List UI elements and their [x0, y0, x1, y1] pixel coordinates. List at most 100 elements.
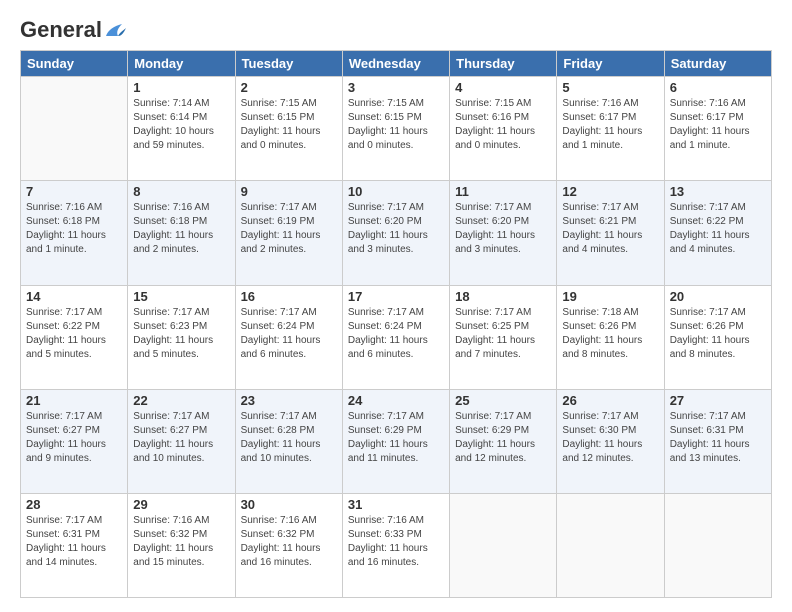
- day-number: 4: [455, 80, 551, 95]
- column-header-wednesday: Wednesday: [342, 51, 449, 77]
- day-number: 9: [241, 184, 337, 199]
- calendar-cell: 13 Sunrise: 7:17 AM Sunset: 6:22 PM Dayli…: [664, 181, 771, 285]
- column-header-tuesday: Tuesday: [235, 51, 342, 77]
- calendar-cell: 24Sunrise: 7:17 AM Sunset: 6:29 PM Dayli…: [342, 389, 449, 493]
- calendar-cell: 4Sunrise: 7:15 AM Sunset: 6:16 PM Daylig…: [450, 77, 557, 181]
- day-number: 6: [670, 80, 766, 95]
- day-info: Sunrise: 7:17 AM Sunset: 6:24 PM Dayligh…: [241, 306, 337, 362]
- day-number: 17: [348, 289, 444, 304]
- day-number: 14: [26, 289, 122, 304]
- calendar-week-row: 14 Sunrise: 7:17 AM Sunset: 6:22 PM Dayli…: [21, 285, 772, 389]
- day-info: Sunrise: 7:18 AM Sunset: 6:26 PM Dayligh…: [562, 306, 658, 362]
- calendar-cell: 3 Sunrise: 7:15 AM Sunset: 6:15 PM Daylig…: [342, 77, 449, 181]
- calendar-cell: 15Sunrise: 7:17 AM Sunset: 6:23 PM Dayli…: [128, 285, 235, 389]
- calendar-cell: 18 Sunrise: 7:17 AM Sunset: 6:25 PM Dayli…: [450, 285, 557, 389]
- day-number: 11: [455, 184, 551, 199]
- logo-text: General: [20, 18, 126, 42]
- day-number: 31: [348, 497, 444, 512]
- calendar-cell: 11 Sunrise: 7:17 AM Sunset: 6:20 PM Dayli…: [450, 181, 557, 285]
- calendar-cell: 21 Sunrise: 7:17 AM Sunset: 6:27 PM Dayli…: [21, 389, 128, 493]
- calendar-cell: 1 Sunrise: 7:14 AM Sunset: 6:14 PM Daylig…: [128, 77, 235, 181]
- day-info: Sunrise: 7:17 AM Sunset: 6:24 PM Dayligh…: [348, 306, 444, 362]
- day-info: Sunrise: 7:14 AM Sunset: 6:14 PM Dayligh…: [133, 97, 229, 153]
- calendar-cell: 5Sunrise: 7:16 AM Sunset: 6:17 PM Daylig…: [557, 77, 664, 181]
- day-info: Sunrise: 7:16 AM Sunset: 6:17 PM Dayligh…: [562, 97, 658, 153]
- calendar-cell: 30 Sunrise: 7:16 AM Sunset: 6:32 PM Dayli…: [235, 493, 342, 597]
- day-info: Sunrise: 7:17 AM Sunset: 6:21 PM Dayligh…: [562, 201, 658, 257]
- calendar-week-row: 7 Sunrise: 7:16 AM Sunset: 6:18 PM Daylig…: [21, 181, 772, 285]
- column-header-saturday: Saturday: [664, 51, 771, 77]
- day-info: Sunrise: 7:16 AM Sunset: 6:18 PM Dayligh…: [26, 201, 122, 257]
- calendar-cell: [21, 77, 128, 181]
- day-number: 3: [348, 80, 444, 95]
- day-info: Sunrise: 7:17 AM Sunset: 6:25 PM Dayligh…: [455, 306, 551, 362]
- day-info: Sunrise: 7:16 AM Sunset: 6:33 PM Dayligh…: [348, 514, 444, 570]
- day-number: 19: [562, 289, 658, 304]
- day-info: Sunrise: 7:16 AM Sunset: 6:32 PM Dayligh…: [133, 514, 229, 570]
- day-info: Sunrise: 7:17 AM Sunset: 6:30 PM Dayligh…: [562, 410, 658, 466]
- day-info: Sunrise: 7:16 AM Sunset: 6:18 PM Dayligh…: [133, 201, 229, 257]
- day-info: Sunrise: 7:17 AM Sunset: 6:31 PM Dayligh…: [670, 410, 766, 466]
- day-info: Sunrise: 7:17 AM Sunset: 6:20 PM Dayligh…: [455, 201, 551, 257]
- calendar-cell: 6 Sunrise: 7:16 AM Sunset: 6:17 PM Daylig…: [664, 77, 771, 181]
- calendar-week-row: 28Sunrise: 7:17 AM Sunset: 6:31 PM Dayli…: [21, 493, 772, 597]
- calendar-cell: 20 Sunrise: 7:17 AM Sunset: 6:26 PM Dayli…: [664, 285, 771, 389]
- day-number: 29: [133, 497, 229, 512]
- day-number: 21: [26, 393, 122, 408]
- day-number: 18: [455, 289, 551, 304]
- day-number: 28: [26, 497, 122, 512]
- calendar-cell: 12 Sunrise: 7:17 AM Sunset: 6:21 PM Dayli…: [557, 181, 664, 285]
- day-number: 16: [241, 289, 337, 304]
- day-info: Sunrise: 7:17 AM Sunset: 6:22 PM Dayligh…: [26, 306, 122, 362]
- day-number: 23: [241, 393, 337, 408]
- day-info: Sunrise: 7:16 AM Sunset: 6:17 PM Dayligh…: [670, 97, 766, 153]
- day-info: Sunrise: 7:17 AM Sunset: 6:19 PM Dayligh…: [241, 201, 337, 257]
- calendar-cell: 9 Sunrise: 7:17 AM Sunset: 6:19 PM Daylig…: [235, 181, 342, 285]
- calendar-cell: 27 Sunrise: 7:17 AM Sunset: 6:31 PM Dayli…: [664, 389, 771, 493]
- calendar-cell: 2 Sunrise: 7:15 AM Sunset: 6:15 PM Daylig…: [235, 77, 342, 181]
- column-header-monday: Monday: [128, 51, 235, 77]
- day-info: Sunrise: 7:17 AM Sunset: 6:22 PM Dayligh…: [670, 201, 766, 257]
- day-number: 13: [670, 184, 766, 199]
- day-number: 30: [241, 497, 337, 512]
- day-info: Sunrise: 7:17 AM Sunset: 6:20 PM Dayligh…: [348, 201, 444, 257]
- day-info: Sunrise: 7:17 AM Sunset: 6:29 PM Dayligh…: [348, 410, 444, 466]
- day-info: Sunrise: 7:17 AM Sunset: 6:27 PM Dayligh…: [26, 410, 122, 466]
- calendar-cell: 26Sunrise: 7:17 AM Sunset: 6:30 PM Dayli…: [557, 389, 664, 493]
- day-info: Sunrise: 7:17 AM Sunset: 6:27 PM Dayligh…: [133, 410, 229, 466]
- calendar-cell: 17 Sunrise: 7:17 AM Sunset: 6:24 PM Dayli…: [342, 285, 449, 389]
- logo-bird-icon: [104, 22, 126, 40]
- day-number: 2: [241, 80, 337, 95]
- calendar-cell: 23 Sunrise: 7:17 AM Sunset: 6:28 PM Dayli…: [235, 389, 342, 493]
- day-number: 22: [133, 393, 229, 408]
- day-number: 7: [26, 184, 122, 199]
- day-info: Sunrise: 7:16 AM Sunset: 6:32 PM Dayligh…: [241, 514, 337, 570]
- day-number: 12: [562, 184, 658, 199]
- logo: General: [20, 18, 126, 42]
- calendar-cell: 22 Sunrise: 7:17 AM Sunset: 6:27 PM Dayli…: [128, 389, 235, 493]
- calendar-cell: [557, 493, 664, 597]
- day-info: Sunrise: 7:17 AM Sunset: 6:23 PM Dayligh…: [133, 306, 229, 362]
- calendar-cell: 10 Sunrise: 7:17 AM Sunset: 6:20 PM Dayli…: [342, 181, 449, 285]
- day-number: 8: [133, 184, 229, 199]
- calendar-week-row: 21 Sunrise: 7:17 AM Sunset: 6:27 PM Dayli…: [21, 389, 772, 493]
- calendar-cell: [450, 493, 557, 597]
- day-info: Sunrise: 7:17 AM Sunset: 6:28 PM Dayligh…: [241, 410, 337, 466]
- calendar-header-row: SundayMondayTuesdayWednesdayThursdayFrid…: [21, 51, 772, 77]
- column-header-thursday: Thursday: [450, 51, 557, 77]
- day-info: Sunrise: 7:15 AM Sunset: 6:15 PM Dayligh…: [241, 97, 337, 153]
- day-number: 25: [455, 393, 551, 408]
- day-number: 20: [670, 289, 766, 304]
- day-number: 27: [670, 393, 766, 408]
- day-number: 1: [133, 80, 229, 95]
- calendar-cell: 8 Sunrise: 7:16 AM Sunset: 6:18 PM Daylig…: [128, 181, 235, 285]
- calendar-cell: 31 Sunrise: 7:16 AM Sunset: 6:33 PM Dayli…: [342, 493, 449, 597]
- calendar-cell: [664, 493, 771, 597]
- day-number: 10: [348, 184, 444, 199]
- column-header-friday: Friday: [557, 51, 664, 77]
- day-info: Sunrise: 7:15 AM Sunset: 6:15 PM Dayligh…: [348, 97, 444, 153]
- header: General: [20, 18, 772, 42]
- calendar-table: SundayMondayTuesdayWednesdayThursdayFrid…: [20, 50, 772, 598]
- day-info: Sunrise: 7:17 AM Sunset: 6:26 PM Dayligh…: [670, 306, 766, 362]
- calendar-cell: 16 Sunrise: 7:17 AM Sunset: 6:24 PM Dayli…: [235, 285, 342, 389]
